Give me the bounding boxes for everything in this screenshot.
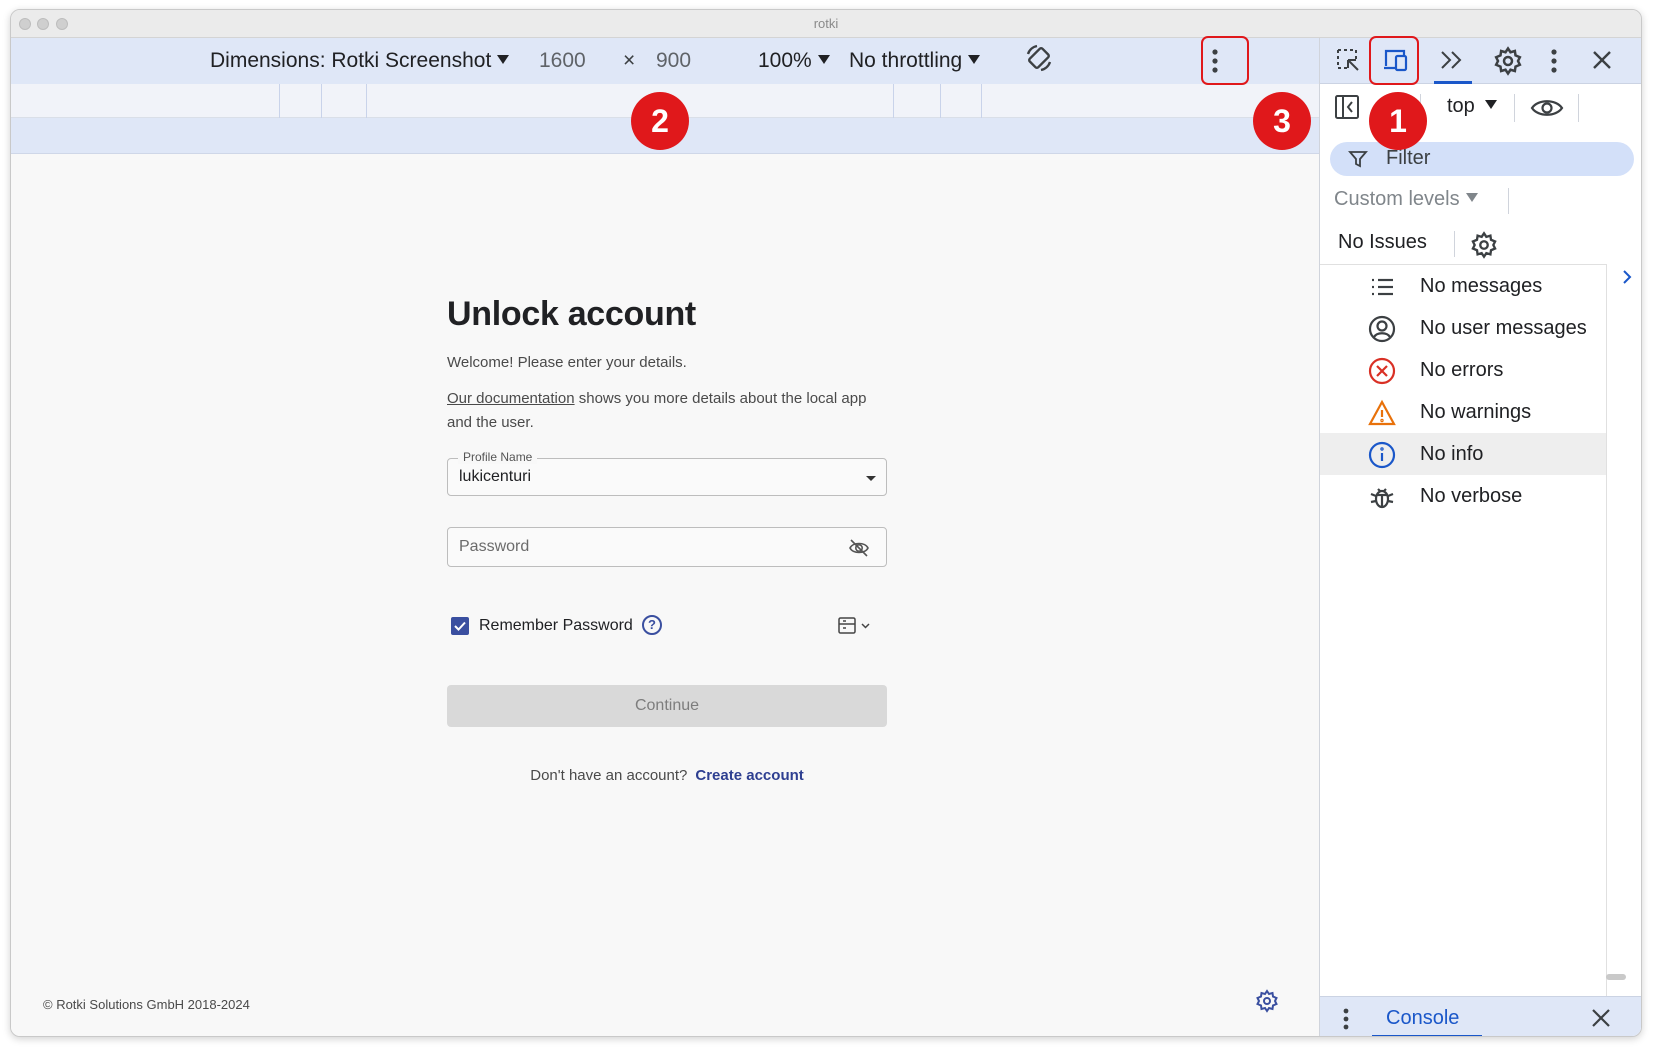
drawer-tabbar: Console (1320, 996, 1641, 1036)
caret-down-icon (817, 54, 830, 64)
caret-down-icon (968, 54, 981, 64)
title-bar: rotki (11, 10, 1641, 38)
tab-console[interactable]: Console (1386, 1007, 1459, 1030)
dropdown-arrow-icon (866, 476, 876, 481)
caret-down-icon (1465, 193, 1478, 203)
inspect-element-icon[interactable] (1334, 46, 1362, 74)
sidebar-toggle-icon[interactable] (1334, 94, 1360, 120)
level-label: No user messages (1420, 317, 1587, 339)
times-separator: × (623, 49, 636, 72)
live-expression-eye-icon[interactable] (1530, 97, 1564, 119)
continue-button[interactable]: Continue (447, 685, 887, 727)
rotate-icon[interactable] (1023, 42, 1055, 74)
list-item[interactable]: No user messages (1320, 307, 1606, 349)
documentation-text: Our documentation shows you more details… (447, 387, 887, 435)
close-drawer-icon[interactable] (1590, 1007, 1612, 1029)
height-input[interactable]: 900 (656, 49, 691, 73)
page-title: Unlock account (447, 295, 696, 333)
annotation-badge-2: 2 (631, 92, 689, 150)
signup-row: Don't have an account? Create account (447, 767, 887, 784)
check-icon (454, 621, 466, 631)
caret-down-icon (497, 54, 510, 64)
list-icon (1372, 278, 1393, 296)
dimensions-label: Dimensions: Rotki Screenshot (210, 49, 492, 72)
filter-placeholder: Filter (1386, 147, 1431, 169)
profile-name-label: Profile Name (458, 450, 538, 464)
highlight-more-options (1201, 36, 1249, 85)
active-tab-indicator (1372, 1035, 1482, 1036)
devtools-panel: top Filter Custom levels No Issues No me… (1319, 38, 1641, 1036)
caret-down-icon (1484, 100, 1497, 110)
list-item[interactable]: No messages (1320, 265, 1606, 307)
highlight-device-toggle (1369, 36, 1419, 85)
error-icon (1368, 357, 1396, 385)
issues-counter[interactable]: No Issues (1338, 231, 1427, 254)
sidebar-divider[interactable] (1606, 264, 1607, 1010)
welcome-text: Welcome! Please enter your details. (447, 354, 687, 371)
profile-name-select[interactable]: Profile Name lukicenturi (447, 450, 887, 496)
copyright-text: © Rotki Solutions GmbH 2018-2024 (43, 997, 250, 1012)
filter-icon (1348, 151, 1368, 168)
documentation-link[interactable]: Our documentation (447, 390, 575, 407)
scrollbar[interactable] (1606, 974, 1626, 980)
devtools-settings-icon[interactable] (1493, 46, 1523, 76)
more-tabs-icon[interactable] (1438, 48, 1466, 74)
password-field[interactable]: Password (447, 527, 887, 567)
customize-devtools-icon[interactable] (1544, 46, 1564, 76)
throttling-dropdown[interactable]: No throttling (849, 49, 981, 73)
level-label: No verbose (1420, 485, 1523, 507)
info-icon (1368, 441, 1396, 469)
browser-window: rotki Dimensions: Rotki Screenshot 1600 … (10, 9, 1642, 1037)
drawer-menu-icon[interactable] (1336, 1005, 1356, 1033)
level-label: No messages (1420, 275, 1543, 297)
user-circle-icon (1368, 315, 1396, 343)
dimensions-dropdown[interactable]: Dimensions: Rotki Screenshot (210, 49, 510, 73)
log-levels-dropdown[interactable]: Custom levels (1334, 188, 1478, 211)
list-item[interactable]: No verbose (1320, 475, 1606, 517)
console-settings-icon[interactable] (1470, 231, 1498, 259)
zoom-dropdown[interactable]: 100% (758, 49, 830, 73)
annotation-badge-1: 1 (1369, 92, 1427, 150)
password-placeholder: Password (459, 538, 530, 555)
device-toolbar: Dimensions: Rotki Screenshot 1600 × 900 … (11, 38, 1319, 84)
console-sidebar-list: No messages No user messages No errors N… (1320, 264, 1606, 517)
settings-gear-icon[interactable] (1255, 989, 1279, 1013)
profile-name-value: lukicenturi (459, 468, 532, 485)
list-item[interactable]: No errors (1320, 349, 1606, 391)
filter-input[interactable]: Filter (1330, 142, 1634, 176)
close-devtools-icon[interactable] (1590, 48, 1614, 72)
help-icon[interactable]: ? (642, 615, 662, 635)
signup-prompt: Don't have an account? (530, 767, 688, 784)
context-select[interactable]: top (1447, 95, 1497, 118)
context-label: top (1447, 95, 1475, 117)
log-levels-label: Custom levels (1334, 188, 1460, 210)
create-account-link[interactable]: Create account (695, 767, 803, 784)
annotation-badge-3: 3 (1253, 92, 1311, 150)
list-item[interactable]: No warnings (1320, 391, 1606, 433)
remember-password-label: Remember Password (479, 617, 633, 634)
remember-password-checkbox[interactable] (451, 617, 469, 635)
width-input[interactable]: 1600 (539, 49, 586, 73)
level-label: No warnings (1420, 401, 1532, 423)
zoom-label: 100% (758, 49, 812, 72)
login-form: Unlock account Welcome! Please enter you… (447, 295, 887, 784)
warning-icon (1368, 399, 1396, 426)
eye-off-icon[interactable] (848, 538, 870, 558)
page-viewport: Unlock account Welcome! Please enter you… (11, 155, 1319, 1036)
list-item[interactable]: No info (1320, 433, 1606, 475)
bug-icon (1370, 488, 1394, 509)
window-title: rotki (813, 16, 839, 31)
level-label: No info (1420, 443, 1484, 465)
throttling-label: No throttling (849, 49, 963, 72)
level-label: No errors (1420, 359, 1504, 381)
remember-password-row: Remember Password ? (447, 613, 887, 639)
chevron-right-icon[interactable] (1620, 268, 1634, 286)
storage-options-icon[interactable] (837, 615, 873, 637)
